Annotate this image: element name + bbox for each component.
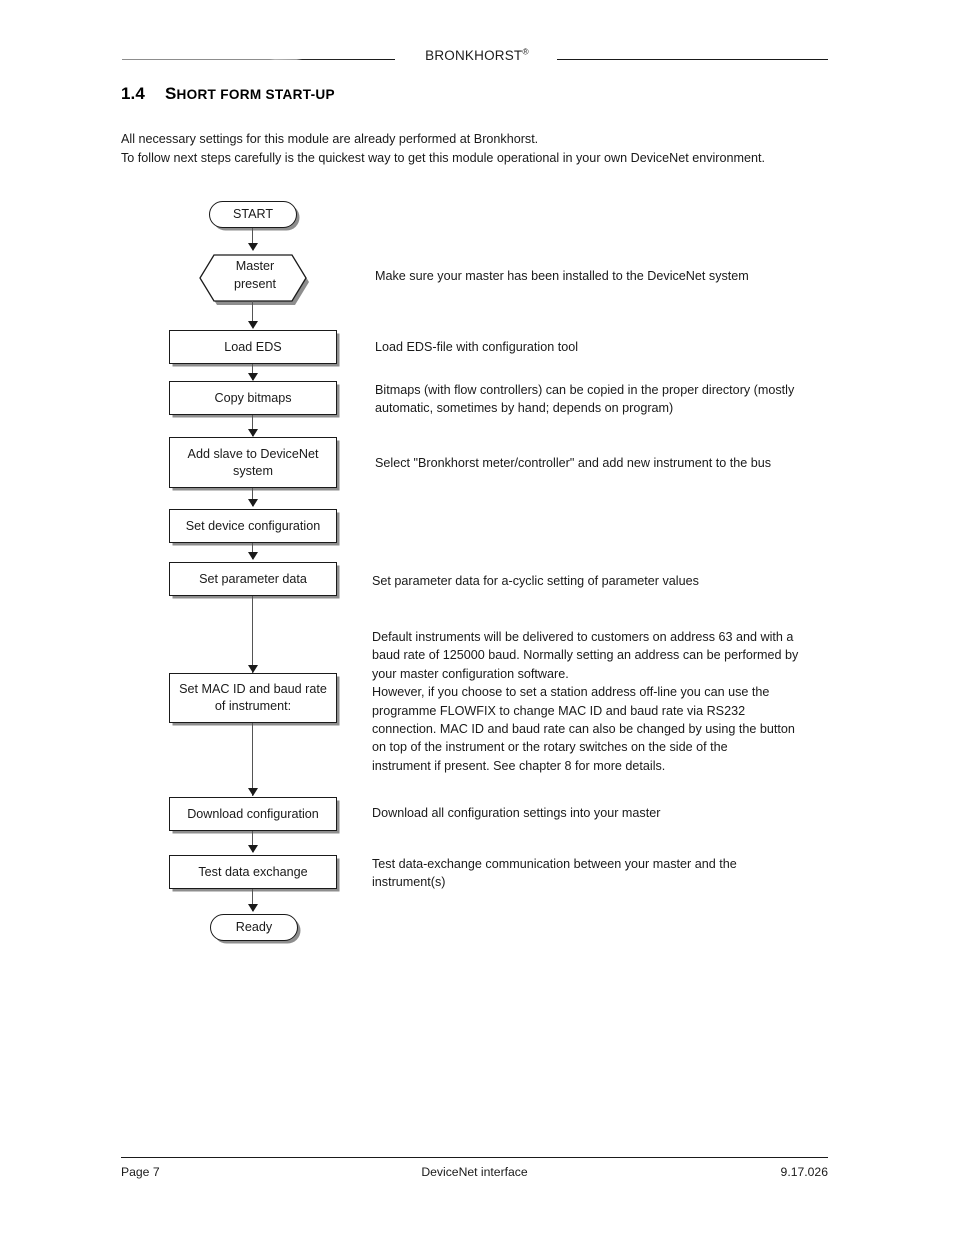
flow-node-set-device-configuration-label: Set device configuration (185, 518, 321, 533)
startup-flowchart: START Master present Load EDS Copy bitma… (0, 0, 954, 1235)
annotation-set-mac-id-line6: connection. MAC ID and baud rate can als… (372, 722, 795, 737)
annotation-add-slave: Select "Bronkhorst meter/controller" and… (375, 454, 845, 472)
annotation-load-eds-text: Load EDS-file with configuration tool (375, 340, 579, 354)
annotation-set-mac-id-line1: Default instruments will be delivered to… (372, 630, 794, 644)
annotation-set-mac-id: Default instruments will be delivered to… (372, 628, 852, 775)
annotation-download-configuration-text: Download all configuration settings into… (372, 806, 661, 820)
annotation-copy-bitmaps-line2: automatic, sometimes by hand; depends on… (375, 401, 674, 416)
page-header: BRONKHORST® (0, 46, 954, 78)
flow-node-download-configuration-label: Download configuration (187, 806, 319, 821)
flow-node-master-label-line2: present (233, 277, 276, 291)
flow-node-set-parameter-data: Set parameter data (169, 562, 337, 596)
annotation-test-data-exchange-line2: instrument(s) (372, 875, 446, 890)
document-page: BRONKHORST® 1.4 SHORT FORM START-UP All n… (0, 0, 954, 1235)
annotation-test-data-exchange-line1: Test data-exchange communication between… (372, 857, 737, 871)
footer-document-number: 9.17.026 (780, 1165, 828, 1179)
brand-name: BRONKHORST (425, 48, 523, 63)
annotation-copy-bitmaps-line1: Bitmaps (with flow controllers) can be c… (375, 383, 795, 397)
connector-devicecfg-to-param (252, 543, 254, 559)
section-title-initial: S (165, 84, 177, 103)
flow-node-master-label-line1: Master (235, 259, 275, 273)
annotation-set-mac-id-line4: However, if you choose to set a station … (372, 685, 770, 700)
arrowhead-test (248, 845, 258, 853)
flow-node-start-label: START (232, 207, 274, 221)
connector-addslave-to-devicecfg (252, 488, 254, 506)
flow-node-set-mac-id: Set MAC ID and baud rate of instrument: (169, 673, 337, 723)
arrowhead-devicecfg (248, 499, 258, 507)
arrowhead-loadeds (248, 321, 258, 329)
intro-line-1: All necessary settings for this module a… (121, 132, 539, 146)
annotation-set-parameter-data: Set parameter data for a-cyclic setting … (372, 572, 842, 590)
connector-start-to-master (252, 228, 254, 248)
connector-download-to-test (252, 831, 254, 852)
annotation-master-text: Make sure your master has been installed… (375, 269, 749, 283)
connector-master-to-loadeds (252, 301, 254, 325)
annotation-set-mac-id-line3: your master configuration software. (372, 666, 569, 681)
arrowhead-addslave (248, 429, 258, 437)
connector-bitmaps-to-addslave (252, 415, 254, 436)
flow-node-master: Master present (197, 250, 313, 308)
annotation-download-configuration: Download all configuration settings into… (372, 804, 842, 822)
annotation-master: Make sure your master has been installed… (375, 267, 845, 285)
footer-rule (121, 1157, 828, 1158)
connector-param-to-macid (252, 596, 254, 674)
intro-line-2: To follow next steps carefully is the qu… (121, 151, 766, 165)
flow-node-set-mac-id-label: Set MAC ID and baud rate of instrument: (179, 682, 327, 713)
annotation-test-data-exchange: Test data-exchange communication between… (372, 855, 842, 892)
arrowhead-download (248, 788, 258, 796)
arrowhead-macid (248, 665, 258, 673)
annotation-set-parameter-data-text: Set parameter data for a-cyclic setting … (372, 574, 699, 588)
connector-macid-to-download (252, 723, 254, 796)
flow-node-set-parameter-data-label: Set parameter data (199, 571, 307, 586)
flow-node-ready: Ready (210, 914, 298, 941)
section-title-text: HORT FORM START-UP (176, 87, 335, 102)
flow-node-test-data-exchange-label: Test data exchange (198, 864, 308, 879)
flow-node-download-configuration: Download configuration (169, 797, 337, 831)
header-brand: BRONKHORST® (0, 46, 954, 63)
flow-node-start: START (209, 201, 297, 228)
section-heading: 1.4 SHORT FORM START-UP (121, 84, 335, 104)
annotation-add-slave-text: Select "Bronkhorst meter/controller" and… (375, 456, 772, 470)
flow-node-copy-bitmaps: Copy bitmaps (169, 381, 337, 415)
flow-node-set-device-configuration: Set device configuration (169, 509, 337, 543)
section-number: 1.4 (121, 84, 145, 103)
connector-test-to-ready (252, 889, 254, 911)
flow-node-ready-label: Ready (235, 920, 273, 934)
flow-node-master-label: Master present (197, 246, 313, 304)
arrowhead-param (248, 552, 258, 560)
flow-node-add-slave: Add slave to DeviceNet system (169, 437, 337, 488)
flow-node-add-slave-label: Add slave to DeviceNet system (187, 446, 319, 478)
connector-loadeds-to-bitmaps (252, 364, 254, 380)
flow-node-load-eds: Load EDS (169, 330, 337, 364)
annotation-set-mac-id-line8: instrument if present. See chapter 8 for… (372, 758, 666, 773)
registered-trademark-icon: ® (522, 46, 529, 57)
annotation-set-mac-id-line7: on top of the instrument or the rotary s… (372, 740, 728, 755)
flow-node-copy-bitmaps-label: Copy bitmaps (214, 390, 292, 405)
flow-node-test-data-exchange: Test data exchange (169, 855, 337, 889)
footer-document-title: DeviceNet interface (421, 1165, 528, 1179)
arrowhead-bitmaps (248, 373, 258, 381)
annotation-copy-bitmaps: Bitmaps (with flow controllers) can be c… (375, 381, 865, 418)
annotation-set-mac-id-line5: programme FLOWFIX to change MAC ID and b… (372, 703, 746, 718)
arrowhead-ready (248, 904, 258, 912)
intro-paragraph: All necessary settings for this module a… (121, 130, 841, 168)
page-footer: Page 7 DeviceNet interface 9.17.026 (121, 1165, 828, 1185)
flow-node-load-eds-label: Load EDS (224, 339, 282, 354)
annotation-set-mac-id-line2: baud rate of 125000 baud. Normally setti… (372, 648, 799, 663)
hexagon-shape (199, 254, 309, 305)
arrowhead-master (248, 243, 258, 251)
annotation-load-eds: Load EDS-file with configuration tool (375, 338, 845, 356)
